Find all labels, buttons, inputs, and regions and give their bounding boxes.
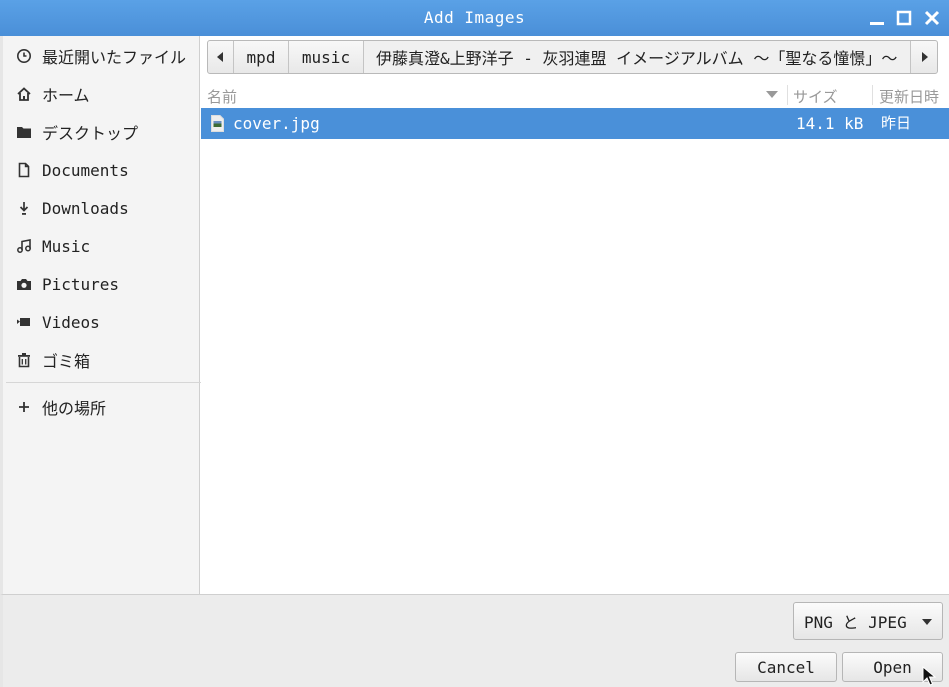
file-size: 14.1 kB	[796, 114, 864, 133]
image-file-icon	[211, 115, 224, 136]
sort-descending-icon[interactable]	[766, 91, 778, 99]
sidebar-item-label: Videos	[42, 312, 100, 332]
column-name-header[interactable]: 名前	[207, 86, 237, 107]
path-segment-current[interactable]: 伊藤真澄&上野洋子 - 灰羽連盟 イメージアルバム 〜「聖なる憧憬」〜	[364, 41, 911, 73]
video-icon	[15, 313, 33, 331]
sidebar-item-videos[interactable]: Videos	[15, 306, 200, 338]
sidebar-item-label: ホーム	[42, 86, 90, 105]
column-modified-header[interactable]: 更新日時	[879, 86, 939, 107]
sidebar-item-documents[interactable]: Documents	[15, 154, 200, 186]
path-segment-mpd[interactable]: mpd	[234, 41, 289, 73]
minimize-icon[interactable]	[867, 8, 887, 28]
title-bar: Add Images	[0, 0, 949, 36]
sidebar-item-other-locations[interactable]: 他の場所	[15, 391, 200, 423]
sidebar-item-label: 他の場所	[42, 399, 107, 418]
path-segment-music[interactable]: music	[289, 41, 364, 73]
sidebar-item-recent[interactable]: 最近開いたファイル	[15, 40, 200, 72]
file-list-area[interactable]	[201, 139, 949, 594]
chevron-right-icon	[922, 52, 928, 62]
sidebar-item-label: デスクトップ	[42, 124, 139, 143]
camera-icon	[15, 275, 33, 293]
file-list-header: 名前 サイズ 更新日時	[201, 83, 949, 107]
sidebar-item-label: Downloads	[42, 198, 129, 218]
sidebar-item-label: Documents	[42, 160, 129, 180]
sidebar-item-home[interactable]: ホーム	[15, 78, 200, 110]
column-divider	[872, 85, 873, 105]
maximize-icon[interactable]	[894, 8, 914, 28]
path-scroll-left-button[interactable]	[208, 41, 234, 73]
column-size-header[interactable]: サイズ	[793, 86, 838, 107]
sidebar-item-label: ゴミ箱	[42, 352, 91, 371]
plus-icon	[15, 398, 33, 416]
download-icon	[15, 199, 33, 217]
sidebar-separator	[6, 382, 202, 383]
path-bar: mpd music 伊藤真澄&上野洋子 - 灰羽連盟 イメージアルバム 〜「聖な…	[207, 40, 938, 74]
clock-icon	[15, 47, 33, 65]
dialog-actions: PNG と JPEG Cancel Open	[0, 594, 949, 687]
chevron-left-icon	[216, 52, 223, 62]
sidebar-item-pictures[interactable]: Pictures	[15, 268, 200, 300]
file-modified: 昨日	[881, 114, 912, 132]
sidebar-item-label: Music	[42, 236, 91, 256]
sidebar: 最近開いたファイル ホーム デスクトップ Documents Downloads…	[0, 36, 202, 594]
close-icon[interactable]	[922, 8, 942, 28]
file-name: cover.jpg	[233, 114, 320, 133]
document-icon	[15, 161, 33, 179]
sidebar-item-trash[interactable]: ゴミ箱	[15, 344, 200, 376]
music-icon	[15, 237, 33, 255]
mouse-pointer-icon	[922, 666, 936, 686]
sidebar-item-label: 最近開いたファイル	[42, 48, 187, 67]
trash-icon	[15, 351, 33, 369]
folder-icon	[15, 123, 33, 141]
home-icon	[15, 85, 33, 103]
filter-selected-label: PNG と JPEG	[804, 613, 907, 632]
chevron-down-icon	[922, 619, 932, 625]
column-divider	[787, 85, 788, 105]
cancel-button[interactable]: Cancel	[735, 652, 837, 682]
path-scroll-right-button[interactable]	[911, 41, 937, 73]
sidebar-item-downloads[interactable]: Downloads	[15, 192, 200, 224]
sidebar-item-desktop[interactable]: デスクトップ	[15, 116, 200, 148]
file-type-filter-dropdown[interactable]: PNG と JPEG	[793, 602, 943, 640]
window-title: Add Images	[423, 8, 526, 27]
file-row[interactable]: cover.jpg 14.1 kB 昨日	[201, 108, 949, 139]
sidebar-item-music[interactable]: Music	[15, 230, 200, 262]
sidebar-item-label: Pictures	[42, 274, 120, 294]
